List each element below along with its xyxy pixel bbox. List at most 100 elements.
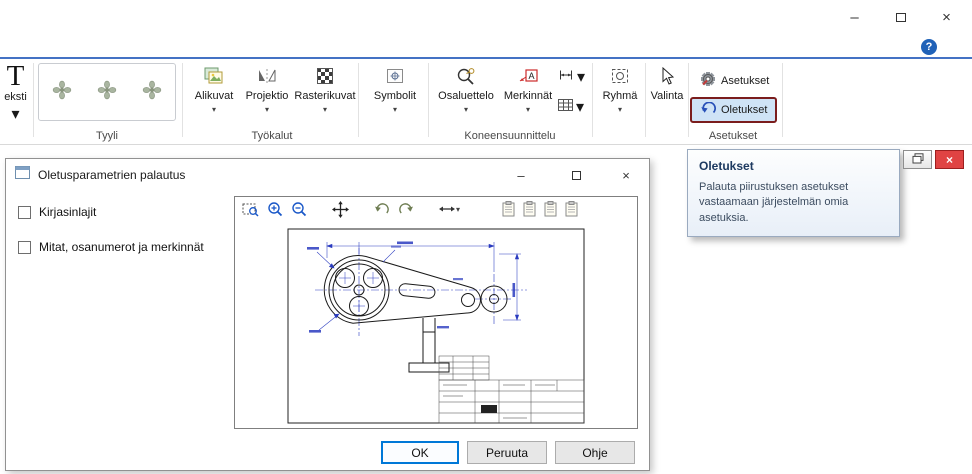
document-restore-button[interactable] <box>903 150 932 169</box>
group-label-koneensuunnittelu: Koneensuunnittelu <box>430 130 590 142</box>
preview-toolbar: ▾ <box>235 197 637 221</box>
zoom-in-icon[interactable] <box>267 199 283 219</box>
style-gallery[interactable] <box>38 63 176 121</box>
ryhma-button[interactable]: Ryhmä ▾ <box>598 62 642 114</box>
gear-icon <box>700 71 716 90</box>
zoom-window-icon[interactable] <box>242 199 259 219</box>
merkinnat-label: Merkinnät <box>504 90 552 103</box>
dialog-icon <box>15 166 30 184</box>
dimension-tool-button[interactable]: ▾ <box>558 67 585 87</box>
ok-button[interactable]: OK <box>381 441 459 464</box>
document-close-button[interactable]: × <box>935 150 964 169</box>
help-button-dialog[interactable]: Ohje <box>555 441 635 464</box>
asetukset-button[interactable]: Asetukset <box>694 68 775 93</box>
paste-tool-icon-4[interactable] <box>565 199 578 219</box>
rotate-cw-icon[interactable] <box>398 199 414 219</box>
reset-defaults-dialog: Oletusparametrien palautus – × Kirjasinl… <box>5 158 650 471</box>
teksti-button[interactable]: T eksti ▾ <box>0 61 31 124</box>
help-icon: ? <box>926 41 933 53</box>
chevron-down-icon: ▾ <box>464 105 468 114</box>
style-swatch-icon[interactable] <box>52 80 72 105</box>
chevron-down-icon: ▾ <box>576 97 584 117</box>
symbolit-button[interactable]: Symbolit ▾ <box>366 62 424 114</box>
oletukset-tooltip: Oletukset Palauta piirustuksen asetukset… <box>687 149 900 237</box>
oletukset-button[interactable]: Oletukset <box>690 97 777 123</box>
paste-tool-icon-3[interactable] <box>544 199 557 219</box>
rasterikuvat-button[interactable]: Rasterikuvat ▾ <box>294 62 356 114</box>
minimize-icon: – <box>517 168 524 183</box>
symbols-icon <box>386 62 404 90</box>
ribbon-divider <box>33 63 34 137</box>
move-view-button[interactable]: ▾ <box>439 199 460 219</box>
merkinnat-button[interactable]: A Merkinnät ▾ <box>500 62 556 114</box>
style-swatch-icon[interactable] <box>142 80 162 105</box>
ribbon-divider <box>688 63 689 137</box>
chevron-down-icon: ▾ <box>323 105 327 114</box>
table-grid-icon <box>558 98 573 116</box>
chevron-down-icon: ▾ <box>393 105 397 114</box>
tooltip-title: Oletukset <box>699 159 888 173</box>
alikuvat-button[interactable]: Alikuvat ▾ <box>188 62 240 114</box>
checkbox-mitat[interactable]: Mitat, osanumerot ja merkinnät <box>18 240 204 254</box>
ribbon-divider <box>428 63 429 137</box>
checkbox-kirjasinlajit[interactable]: Kirjasinlajit <box>18 205 96 219</box>
dimension-icon <box>558 68 574 87</box>
ribbon-divider <box>592 63 593 137</box>
chevron-down-icon: ▾ <box>526 105 530 114</box>
text-tool-icon: T <box>7 61 25 91</box>
close-icon: × <box>942 9 951 26</box>
asetukset-label: Asetukset <box>721 75 769 87</box>
projektio-label: Projektio <box>246 90 289 103</box>
minimize-icon: – <box>850 9 858 26</box>
symbolit-label: Symbolit <box>374 90 416 103</box>
style-swatch-icon[interactable] <box>97 80 117 105</box>
close-icon: × <box>622 168 630 183</box>
annotation-icon: A <box>518 62 538 90</box>
document-window-controls: × <box>903 150 964 169</box>
checkbox-box[interactable] <box>18 241 31 254</box>
ribbon-divider <box>645 63 646 137</box>
drawing-preview <box>287 228 585 424</box>
help-button[interactable]: ? <box>921 39 937 55</box>
window-maximize-button[interactable] <box>878 2 923 32</box>
checkbox-label: Kirjasinlajit <box>39 205 96 219</box>
zoom-out-icon[interactable] <box>291 199 307 219</box>
chevron-down-icon: ▾ <box>11 104 19 124</box>
alikuvat-label: Alikuvat <box>195 90 234 103</box>
group-label-asetukset: Asetukset <box>688 130 778 142</box>
paste-tool-icon-1[interactable] <box>502 199 515 219</box>
chevron-down-icon: ▾ <box>265 105 269 114</box>
ryhma-label: Ryhmä <box>603 90 638 103</box>
chevron-down-icon: ▾ <box>212 105 216 114</box>
cursor-icon <box>660 62 674 90</box>
table-tool-button[interactable]: ▾ <box>558 97 584 117</box>
group-label-tyyli: Tyyli <box>38 130 176 142</box>
dialog-titlebar[interactable]: Oletusparametrien palautus <box>6 159 649 191</box>
valinta-button[interactable]: Valinta <box>648 62 686 103</box>
paste-tool-icon-2[interactable] <box>523 199 536 219</box>
osaluettelo-button[interactable]: Osaluettelo ▾ <box>434 62 498 114</box>
drawing-preview-panel: ▾ <box>234 196 638 429</box>
rotate-ccw-icon[interactable] <box>374 199 390 219</box>
pan-icon[interactable] <box>332 199 349 219</box>
tooltip-body: Palauta piirustuksen asetukset vastaamaa… <box>699 180 877 226</box>
rasterikuvat-label: Rasterikuvat <box>294 90 355 103</box>
window-minimize-button[interactable]: – <box>832 2 877 32</box>
dialog-maximize-button[interactable] <box>556 160 596 190</box>
checkbox-box[interactable] <box>18 206 31 219</box>
parts-list-magnifier-icon <box>456 62 476 90</box>
app-titlebar: – × <box>0 0 972 35</box>
subpictures-icon <box>204 62 224 90</box>
projektio-button[interactable]: Projektio ▾ <box>242 62 292 114</box>
ribbon: T eksti ▾ Tyyli Alikuvat ▾ Projektio ▾ R… <box>0 57 972 145</box>
window-close-button[interactable]: × <box>924 2 969 32</box>
dialog-minimize-button[interactable]: – <box>501 160 541 190</box>
cancel-button[interactable]: Peruuta <box>467 441 547 464</box>
group-selection-icon <box>611 62 629 90</box>
dialog-close-button[interactable]: × <box>606 160 646 190</box>
ribbon-divider <box>182 63 183 137</box>
svg-text:A: A <box>528 71 534 81</box>
undo-arrow-icon <box>700 102 716 118</box>
valinta-label: Valinta <box>651 90 684 103</box>
dialog-title: Oletusparametrien palautus <box>38 168 185 182</box>
